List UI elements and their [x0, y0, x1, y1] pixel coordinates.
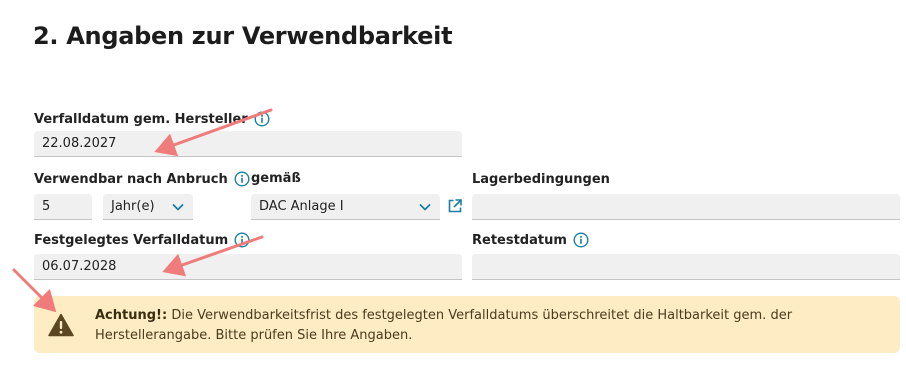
section-title: 2. Angaben zur Verwendbarkeit: [33, 22, 453, 50]
festgelegtes-verfalldatum-input[interactable]: 06.07.2028: [34, 254, 462, 280]
retestdatum-input[interactable]: [472, 254, 900, 280]
verfalldatum-hersteller-value: 22.08.2027: [42, 136, 117, 151]
verwendbar-nach-anbruch-label: Verwendbar nach Anbruch: [34, 171, 250, 187]
gemaess-label: gemäß: [251, 171, 301, 186]
lagerbedingungen-label: Lagerbedingungen: [472, 172, 610, 187]
lagerbedingungen-input[interactable]: [472, 194, 900, 220]
anbruch-unit-select[interactable]: Jahr(e): [103, 194, 193, 220]
gemaess-value: DAC Anlage I: [259, 199, 344, 214]
warning-text: Achtung!: Die Verwendbarkeitsfrist des f…: [95, 306, 885, 346]
info-icon[interactable]: [254, 111, 270, 127]
retestdatum-label: Retestdatum: [472, 232, 589, 248]
anbruch-unit-value: Jahr(e): [111, 199, 155, 214]
festgelegtes-verfalldatum-value: 06.07.2028: [42, 259, 117, 274]
gemaess-label-text: gemäß: [251, 171, 301, 186]
chevron-down-icon: [172, 203, 184, 210]
festgelegtes-verfalldatum-label-text: Festgelegtes Verfalldatum: [34, 232, 229, 248]
warning-icon: [48, 313, 74, 337]
verwendbar-nach-anbruch-label-text: Verwendbar nach Anbruch: [34, 171, 228, 187]
info-icon[interactable]: [234, 171, 250, 187]
retestdatum-label-text: Retestdatum: [472, 232, 567, 248]
verfalldatum-hersteller-input[interactable]: 22.08.2027: [34, 131, 462, 157]
anbruch-number-input[interactable]: 5: [34, 194, 92, 220]
info-icon[interactable]: [234, 232, 250, 248]
warning-message: Die Verwendbarkeitsfrist des festgelegte…: [95, 308, 793, 343]
gemaess-select[interactable]: DAC Anlage I: [251, 194, 440, 220]
external-link-icon[interactable]: [447, 198, 463, 214]
verfalldatum-hersteller-label: Verfalldatum gem. Hersteller: [34, 111, 270, 127]
verfalldatum-hersteller-label-text: Verfalldatum gem. Hersteller: [34, 111, 248, 127]
lagerbedingungen-label-text: Lagerbedingungen: [472, 172, 610, 187]
info-icon[interactable]: [573, 232, 589, 248]
warning-alert: Achtung!: Die Verwendbarkeitsfrist des f…: [34, 296, 900, 353]
warning-prefix: Achtung!:: [95, 308, 168, 323]
chevron-down-icon: [419, 203, 431, 210]
festgelegtes-verfalldatum-label: Festgelegtes Verfalldatum: [34, 232, 250, 248]
anbruch-number-value: 5: [42, 199, 51, 214]
